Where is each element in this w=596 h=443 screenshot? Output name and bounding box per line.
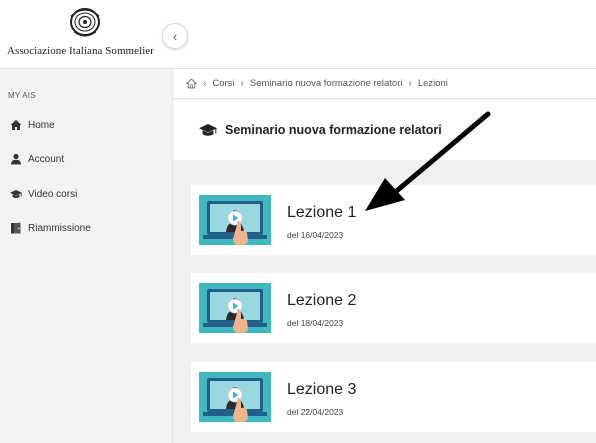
graduation-cap-icon: [199, 124, 217, 136]
sidebar-item-video-corsi[interactable]: Video corsi: [10, 184, 77, 204]
sidebar-item-account[interactable]: Account: [10, 149, 64, 169]
breadcrumb-item-course[interactable]: Seminario nuova formazione relatori: [250, 78, 403, 89]
sidebar-item-label: Video corsi: [28, 188, 78, 200]
chevron-right-icon: ›: [203, 78, 207, 89]
sidebar-section-title: MY AIS: [8, 91, 36, 100]
graduation-cap-icon: [10, 190, 22, 198]
logo[interactable]: Associazione Italiana Sommelier: [0, 0, 172, 68]
lesson-title[interactable]: Lezione 2: [287, 292, 356, 310]
lesson-card[interactable]: Lezione 1 del 16/04/2023: [191, 185, 596, 255]
video-lesson-thumbnail-icon: [199, 372, 271, 422]
chevron-left-icon: ‹: [172, 28, 178, 44]
lesson-date: del 18/04/2023: [287, 318, 344, 328]
sidebar-item-riammissione[interactable]: Riammissione: [10, 218, 91, 238]
user-icon: [11, 153, 21, 165]
lesson-title[interactable]: Lezione 3: [287, 381, 356, 399]
sidebar: MY AIS Home Account Video corsi Riammiss…: [0, 69, 173, 443]
breadcrumb: › Corsi › Seminario nuova formazione rel…: [173, 69, 596, 99]
ais-logo-icon: [70, 8, 100, 37]
main-content: › Corsi › Seminario nuova formazione rel…: [173, 69, 596, 443]
chevron-right-icon: ›: [240, 78, 244, 89]
brand-name: Associazione Italiana Sommelier: [7, 45, 154, 57]
breadcrumb-item-corsi[interactable]: Corsi: [212, 78, 234, 89]
video-lesson-thumbnail-icon: [199, 195, 271, 245]
lesson-title[interactable]: Lezione 1: [287, 204, 356, 222]
course-header: Seminario nuova formazione relatori: [173, 100, 596, 160]
sidebar-item-label: Home: [28, 119, 55, 131]
breadcrumb-item-lezioni: Lezioni: [417, 78, 448, 89]
lesson-card[interactable]: Lezione 3 del 22/04/2023: [191, 362, 596, 432]
top-bar: Associazione Italiana Sommelier ‹: [0, 0, 596, 69]
door-icon: [11, 222, 21, 234]
sidebar-item-label: Riammissione: [28, 222, 91, 234]
home-outline-icon[interactable]: [186, 78, 197, 89]
sidebar-collapse-button[interactable]: ‹: [162, 23, 188, 49]
lesson-card[interactable]: Lezione 2 del 18/04/2023: [191, 273, 596, 343]
chevron-right-icon: ›: [408, 78, 412, 89]
lesson-date: del 22/04/2023: [287, 407, 344, 417]
course-title: Seminario nuova formazione relatori: [225, 123, 442, 137]
video-lesson-thumbnail-icon: [199, 283, 271, 333]
lesson-date: del 16/04/2023: [287, 230, 344, 240]
sidebar-item-label: Account: [28, 153, 65, 165]
home-icon: [10, 120, 22, 130]
sidebar-item-home[interactable]: Home: [10, 115, 55, 135]
